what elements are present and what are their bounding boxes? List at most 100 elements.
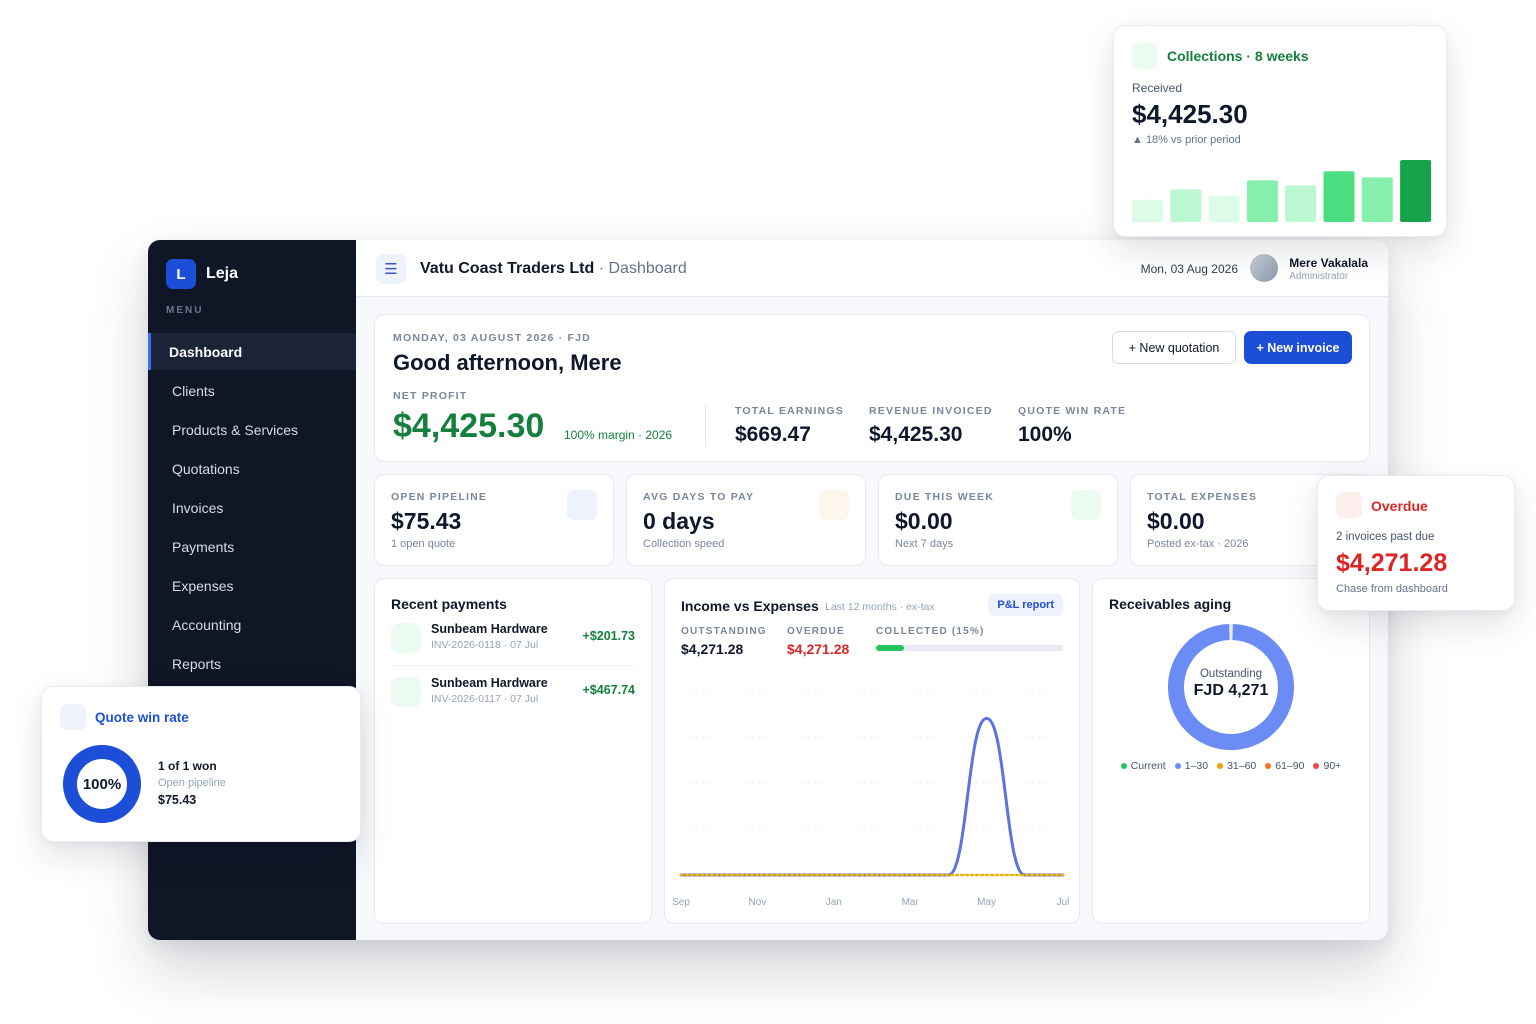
quotes-won: 1 of 1 won [158,759,217,773]
stat-avg-days-to-pay[interactable]: AVG DAYS TO PAY 0 days Collection speed [626,474,866,566]
legend-item: Current [1120,760,1166,772]
legend-item: 61–90 [1265,760,1304,772]
sidebar-item-reports[interactable]: Reports [148,645,356,682]
collections-bar [1170,189,1202,222]
stat-label: OPEN PIPELINE [391,491,488,503]
new-quotation-button[interactable]: + New quotation [1112,331,1236,364]
collections-bar [1400,160,1432,222]
kpi-revenue-invoiced: REVENUE INVOICED $4,425.30 [869,405,993,447]
kpi-total-earnings: TOTAL EARNINGS $669.47 [735,405,844,447]
menu-toggle-button[interactable]: ☰ [376,254,406,284]
sidebar-item-quotations[interactable]: Quotations [148,450,356,487]
kpi-quote-win-rate: QUOTE WIN RATE 100% [1018,405,1126,447]
overdue-value: $4,271.28 [787,641,850,657]
sidebar-item-clients[interactable]: Clients [148,372,356,409]
panel-hint: Last 12 months · ex-tax [825,601,935,613]
payment-icon [391,623,421,653]
new-invoice-button[interactable]: + New invoice [1244,331,1352,364]
list-item[interactable]: Sunbeam Hardware INV-2026-0117 · 07 Jul … [391,669,635,723]
brand[interactable]: L Leja [166,259,238,289]
sidebar-item-invoices[interactable]: Invoices [148,489,356,526]
sidebar-item-products-services[interactable]: Products & Services [148,411,356,448]
hamburger-icon: ☰ [384,261,398,278]
breadcrumb: · Dashboard [594,260,687,277]
collected-progress-fill [876,645,905,651]
payment-ref: INV-2026-0118 · 07 Jul [431,639,539,651]
kpi-label: REVENUE INVOICED [869,405,993,417]
x-tick-label: Mar [902,897,920,908]
legend-dot [1313,763,1320,769]
stat-sub: Collection speed [643,538,725,550]
user-menu[interactable]: Mere Vakalala Administrator [1289,256,1368,282]
legend-dot [1174,763,1181,769]
sidebar-item-expenses[interactable]: Expenses [148,567,356,604]
sidebar-item-payments[interactable]: Payments [148,528,356,565]
legend-label: Current [1130,760,1166,772]
donut-center: Outstanding FJD 4,271 [1163,619,1299,755]
collections-bar [1132,199,1163,222]
payment-amount: +$467.74 [582,683,635,697]
stat-open-pipeline[interactable]: OPEN PIPELINE $75.43 1 open quote [374,474,614,566]
stat-label: AVG DAYS TO PAY [643,491,755,503]
current-date: Mon, 03 Aug 2026 [1140,262,1238,276]
collections-bar [1285,185,1317,222]
brand-name: Leja [206,265,239,282]
main-content: ☰ Vatu Coast Traders Ltd · Dashboard Mon… [356,240,1388,940]
pl-report-button[interactable]: P&L report [988,594,1063,616]
collections-bar [1323,171,1355,222]
receivables-aging-panel: Receivables aging Outstanding FJD 4,271 … [1092,578,1370,924]
overdue-title: Overdue [1371,498,1428,514]
open-pipeline-label: Open pipeline [158,777,226,789]
payment-client: Sunbeam Hardware [431,676,548,690]
kpi-value: 100% [1018,423,1072,446]
income-expenses-chart: Sep Nov Jan Mar May Jul [672,690,1069,908]
company-name: Vatu Coast Traders Ltd [420,260,595,277]
aging-legend: Current 1–30 31–60 61–90 90+ [1093,760,1369,772]
divider [391,665,635,666]
outstanding-value: $4,271.28 [681,641,744,657]
stat-due-this-week[interactable]: DUE THIS WEEK $0.00 Next 7 days [878,474,1118,566]
legend-item: 31–60 [1217,760,1256,772]
collected-progress-bar [876,645,1063,651]
payment-amount: +$201.73 [582,629,635,643]
collections-bar [1208,195,1240,222]
x-tick-label: Jan [826,897,842,908]
payment-icon [391,677,421,707]
kpi-label: QUOTE WIN RATE [1018,405,1127,417]
stat-value: $0.00 [1147,508,1205,534]
legend-label: 31–60 [1227,760,1257,772]
legend-label: 1–30 [1184,760,1209,772]
topbar: ☰ Vatu Coast Traders Ltd · Dashboard Mon… [356,240,1388,297]
avatar[interactable] [1250,254,1278,282]
user-name: Mere Vakalala [1289,256,1368,270]
collections-bar [1246,180,1278,222]
net-profit-label: NET PROFIT [393,390,468,402]
stat-label: TOTAL EXPENSES [1147,491,1258,503]
collections-card: Collections · 8 weeks Received $4,425.30… [1113,25,1447,237]
collections-bar-chart [1132,160,1432,222]
overdue-sub: Chase from dashboard [1336,583,1448,595]
stat-sub: 1 open quote [391,538,456,550]
sidebar-item-dashboard[interactable]: Dashboard [148,333,356,370]
panel-title: Income vs Expenses [681,598,819,614]
summary-card: MONDAY, 03 AUGUST 2026 · FJD Good aftern… [374,314,1370,462]
payment-ref: INV-2026-0117 · 07 Jul [431,693,539,705]
legend-dot [1217,763,1224,769]
kpi-label: TOTAL EARNINGS [735,405,844,417]
kpi-value: $4,425.30 [869,423,963,446]
stat-value: $0.00 [895,508,953,534]
stat-value: $75.43 [391,508,462,534]
pipeline-icon [567,490,597,520]
x-tick-label: May [977,897,996,908]
sidebar-item-accounting[interactable]: Accounting [148,606,356,643]
donut-center-label: Outstanding [1199,668,1262,680]
overdue-card: Overdue 2 invoices past due $4,271.28 Ch… [1317,475,1515,611]
alert-icon [1336,492,1362,518]
overdue-amount: $4,271.28 [1336,549,1448,577]
list-item[interactable]: Sunbeam Hardware INV-2026-0118 · 07 Jul … [391,615,635,669]
net-profit-value: $4,425.30 [393,407,545,445]
outstanding-label: OUTSTANDING [681,626,767,637]
outstanding-summary: OUTSTANDING $4,271.28 [681,626,767,657]
greeting: Good afternoon, Mere [393,350,622,375]
legend-item: 1–30 [1174,760,1209,772]
